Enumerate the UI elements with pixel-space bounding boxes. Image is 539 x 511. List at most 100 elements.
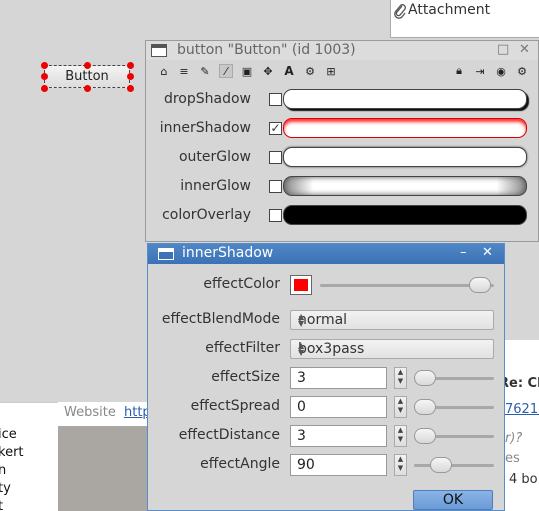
resize-handle-sw[interactable] xyxy=(41,85,48,92)
resize-handle-ne[interactable] xyxy=(127,62,134,69)
color-slider[interactable] xyxy=(320,275,494,295)
gears-icon[interactable]: ⚙ xyxy=(303,64,317,78)
close-icon[interactable]: ✕ xyxy=(519,42,530,57)
slider-thumb[interactable] xyxy=(414,399,436,415)
effect-checkbox[interactable] xyxy=(269,180,282,193)
updown-arrow-icon: ▲ ▼ xyxy=(298,312,305,328)
size-value: 3 xyxy=(297,370,306,386)
image-icon[interactable]: ▣ xyxy=(240,64,254,78)
blendmode-select[interactable]: normal ▲ ▼ xyxy=(290,310,494,330)
effect-name: colorOverlay xyxy=(162,207,251,223)
spread-slider[interactable] xyxy=(414,397,494,417)
effect-preview-button[interactable] xyxy=(283,118,527,138)
size-row: effectSize 3 ▲ ▼ xyxy=(148,365,504,391)
effect-preview-button[interactable] xyxy=(283,147,527,167)
size-slider[interactable] xyxy=(414,368,494,388)
angle-stepper[interactable]: ▲ ▼ xyxy=(394,454,407,476)
attachment-label: Attachment xyxy=(408,2,491,18)
target-icon[interactable]: ◉ xyxy=(494,64,508,78)
distance-stepper[interactable]: ▲ ▼ xyxy=(394,425,407,447)
dialog-title: innerShadow xyxy=(182,245,274,261)
list-item: Re: Ch xyxy=(499,376,539,391)
maximize-icon[interactable]: □ xyxy=(497,42,509,57)
effect-row-coloroverlay: colorOverlay xyxy=(146,204,538,226)
effect-window: button "Button" (id 1003) □ ✕ ⌂ ≡ ✎ ⁄ ▣ … xyxy=(145,40,539,242)
window-icon xyxy=(151,44,167,57)
effect-row-innershadow: innerShadow ✓ xyxy=(146,117,538,139)
slider-thumb[interactable] xyxy=(414,370,436,386)
resize-handle-se[interactable] xyxy=(127,85,134,92)
export-icon[interactable]: ⇥ xyxy=(473,64,487,78)
spread-row: effectSpread 0 ▲ ▼ xyxy=(148,394,504,420)
resize-handle-s[interactable] xyxy=(84,85,91,92)
background-right-panel: Re: Ch 76212 r)? es 4 bo xyxy=(499,340,539,511)
resize-handle-w[interactable] xyxy=(41,73,48,80)
spread-input[interactable]: 0 xyxy=(290,396,387,418)
effect-row-innerglow: innerGlow xyxy=(146,175,538,197)
website-field: Website http xyxy=(58,402,151,426)
effect-name: dropShadow xyxy=(163,91,251,107)
list-item: t xyxy=(0,499,3,511)
lock-icon[interactable]: 🔒︎ xyxy=(452,64,466,78)
effect-checkbox[interactable] xyxy=(269,209,282,222)
innershadow-dialog: innerShadow – ✕ effectColor effectBlendM… xyxy=(147,243,505,511)
pencil-icon[interactable]: ✎ xyxy=(198,64,212,78)
distance-label: effectDistance xyxy=(178,427,280,443)
angle-value: 90 xyxy=(297,457,315,473)
effect-preview-button[interactable] xyxy=(283,89,527,109)
effectcolor-label: effectColor xyxy=(203,276,280,292)
filter-label: effectFilter xyxy=(205,340,280,356)
text-icon[interactable]: A xyxy=(282,64,296,78)
list-item: ty xyxy=(0,481,11,496)
effect-preview-button[interactable] xyxy=(283,205,527,225)
list-item: n xyxy=(0,463,6,478)
effectcolor-row: effectColor xyxy=(148,272,504,298)
effect-name: innerShadow xyxy=(159,120,251,136)
close-icon[interactable]: ✕ xyxy=(482,245,493,260)
effect-row-dropshadow: dropShadow xyxy=(146,88,538,110)
window-title: button "Button" (id 1003) xyxy=(177,42,356,58)
angle-label: effectAngle xyxy=(200,456,280,472)
attachment-panel[interactable]: Attachment xyxy=(390,0,539,38)
geometry-icon[interactable]: ⊞ xyxy=(324,64,338,78)
size-stepper[interactable]: ▲ ▼ xyxy=(394,367,407,389)
blendmode-label: effectBlendMode xyxy=(161,311,280,327)
spread-stepper[interactable]: ▲ ▼ xyxy=(394,396,407,418)
effect-checkbox[interactable] xyxy=(269,151,282,164)
angle-slider[interactable] xyxy=(414,455,494,475)
effect-checkbox[interactable] xyxy=(269,93,282,106)
move-icon[interactable]: ✥ xyxy=(261,64,275,78)
effect-name: innerGlow xyxy=(180,178,251,194)
resize-handle-n[interactable] xyxy=(84,62,91,69)
slider-thumb[interactable] xyxy=(414,428,436,444)
list-item: ice xyxy=(0,427,17,442)
minimize-icon[interactable]: – xyxy=(460,245,467,260)
angle-input[interactable]: 90 xyxy=(290,454,387,476)
home-icon[interactable]: ⌂ xyxy=(157,64,171,78)
color-swatch-button[interactable] xyxy=(290,275,312,295)
resize-handle-e[interactable] xyxy=(127,73,134,80)
size-label: effectSize xyxy=(211,369,280,385)
ok-button[interactable]: OK xyxy=(413,490,493,510)
list-item: es xyxy=(505,451,520,466)
magic-wand-icon[interactable]: ⁄ xyxy=(219,64,233,78)
updown-arrow-icon: ▲ ▼ xyxy=(298,341,305,357)
dialog-titlebar[interactable]: innerShadow – ✕ xyxy=(148,244,504,264)
list-item[interactable]: 76212 xyxy=(505,402,539,417)
filter-select[interactable]: box3pass ▲ ▼ xyxy=(290,339,494,359)
filter-row: effectFilter box3pass ▲ ▼ xyxy=(148,336,504,362)
distance-slider[interactable] xyxy=(414,426,494,446)
resize-handle-nw[interactable] xyxy=(41,62,48,69)
size-input[interactable]: 3 xyxy=(290,367,387,389)
slider-thumb[interactable] xyxy=(430,457,452,473)
slider-thumb[interactable] xyxy=(469,277,491,293)
effect-name: outerGlow xyxy=(178,149,251,165)
distance-input[interactable]: 3 xyxy=(290,425,387,447)
effect-checkbox-checked[interactable]: ✓ xyxy=(269,122,282,135)
effect-row-outerglow: outerGlow xyxy=(146,146,538,168)
effect-preview-button[interactable] xyxy=(283,176,527,196)
effect-window-titlebar[interactable]: button "Button" (id 1003) □ ✕ xyxy=(146,41,538,60)
database-icon[interactable]: ≡ xyxy=(177,64,191,78)
canvas-button-label: Button xyxy=(65,69,109,84)
settings-icon[interactable]: ⚙ xyxy=(515,64,529,78)
